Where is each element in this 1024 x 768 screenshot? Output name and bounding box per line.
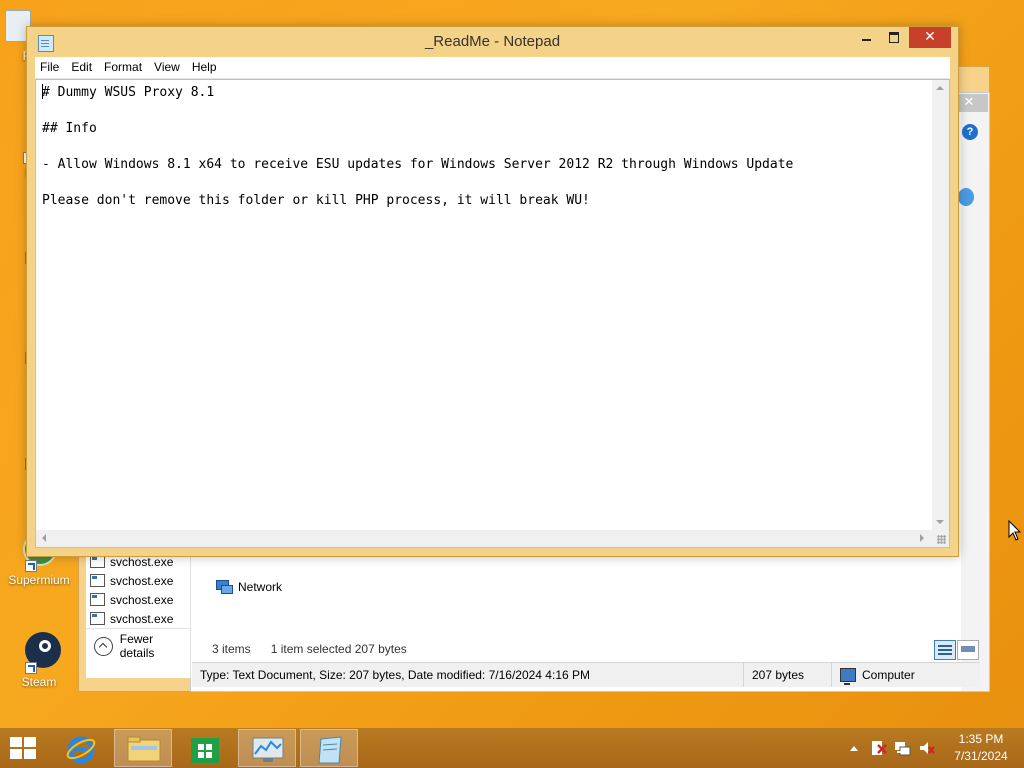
fewer-details-button[interactable]: Fewer details [86,628,190,663]
show-hidden-icons-icon[interactable] [850,745,858,751]
sidebar-item-network[interactable]: Network [216,580,282,594]
items-count: 3 items [212,642,251,656]
minimize-button[interactable] [853,27,879,48]
large-icons-view-button[interactable] [957,640,979,660]
taskbar-clock[interactable]: 1:35 PM 7/31/2024 [946,731,1016,765]
desktop-icon-steam[interactable]: Steam [4,632,74,689]
chevron-up-icon [94,636,113,656]
vertical-scrollbar[interactable] [932,80,949,530]
text-editor[interactable]: # Dummy WSUS Proxy 8.1 ## Info - Allow W… [35,79,950,548]
action-center-icon[interactable] [870,739,888,757]
taskbar-file-explorer[interactable] [114,729,172,767]
menu-help[interactable]: Help [187,57,222,78]
menu-format[interactable]: Format [99,57,147,78]
taskbar-notepad[interactable] [300,729,358,767]
windows-logo-icon [10,737,38,761]
clock-time: 1:35 PM [958,732,1004,746]
scroll-left-icon[interactable] [42,534,46,542]
menu-file[interactable]: File [35,57,64,78]
clock-date: 7/31/2024 [954,749,1008,763]
process-name: svchost.exe [110,592,174,607]
folder-icon [127,736,161,762]
maximize-button[interactable] [881,27,907,48]
mouse-cursor-icon [1008,520,1022,541]
explorer-status-bar: 3 items 1 item selected 207 bytes [200,638,980,660]
grip-icon [937,535,946,544]
horizontal-scrollbar[interactable] [36,530,932,547]
explorer-status-icon [958,188,974,206]
selection-info: 1 item selected 207 bytes [270,642,407,656]
internet-explorer-icon [66,736,96,764]
volume-muted-icon[interactable] [918,739,936,757]
help-icon[interactable]: ? [962,124,978,140]
details-location: Computer [832,663,978,687]
taskbar-store[interactable] [176,729,234,767]
list-item[interactable]: svchost.exe [86,609,190,628]
close-icon: ✕ [924,29,936,45]
document-text: # Dummy WSUS Proxy 8.1 ## Info - Allow W… [42,85,794,208]
steam-icon [19,632,61,674]
process-name: svchost.exe [110,573,174,588]
details-location-label: Computer [862,668,915,682]
menu-view[interactable]: View [149,57,185,78]
store-icon [191,738,219,763]
sidebar-item-label: Network [238,580,283,594]
process-icon [90,574,105,587]
explorer-right-strip [961,93,989,691]
notepad-icon [318,736,342,764]
start-button[interactable] [0,729,48,767]
close-button[interactable]: ✕ [909,27,951,48]
desktop-icon-label: Supermium [8,573,70,587]
notepad-window: _ReadMe - Notepad ✕ File Edit Format Vie… [26,26,959,557]
details-size: 207 bytes [744,663,832,687]
explorer-details-bar: Type: Text Document, Size: 207 bytes, Da… [192,662,980,687]
taskbar-internet-explorer[interactable] [52,729,110,767]
computer-icon [840,668,856,685]
network-icon [216,580,233,594]
fewer-details-label: Fewer details [119,632,155,660]
list-item[interactable]: svchost.exe [86,590,190,609]
network-icon[interactable] [894,739,912,757]
task-manager-icon [252,737,284,762]
resize-grip[interactable] [932,530,949,547]
desktop-icon-label: Steam [21,675,57,689]
list-item[interactable]: svchost.exe [86,571,190,590]
taskbar: 1:35 PM 7/31/2024 [0,728,1024,768]
system-tray [850,728,936,768]
scroll-down-icon[interactable] [936,520,944,524]
menu-edit[interactable]: Edit [66,57,97,78]
window-title: _ReadMe - Notepad [424,33,561,50]
process-icon [90,593,105,606]
process-name: svchost.exe [110,611,174,626]
scroll-right-icon[interactable] [920,534,924,542]
app-icon [0,428,41,470]
scroll-up-icon[interactable] [936,86,944,90]
details-info: Type: Text Document, Size: 207 bytes, Da… [192,663,744,687]
taskbar-task-manager[interactable] [238,729,296,767]
details-view-button[interactable] [934,640,956,660]
menu-bar: File Edit Format View Help [35,57,950,79]
process-icon [90,612,105,625]
